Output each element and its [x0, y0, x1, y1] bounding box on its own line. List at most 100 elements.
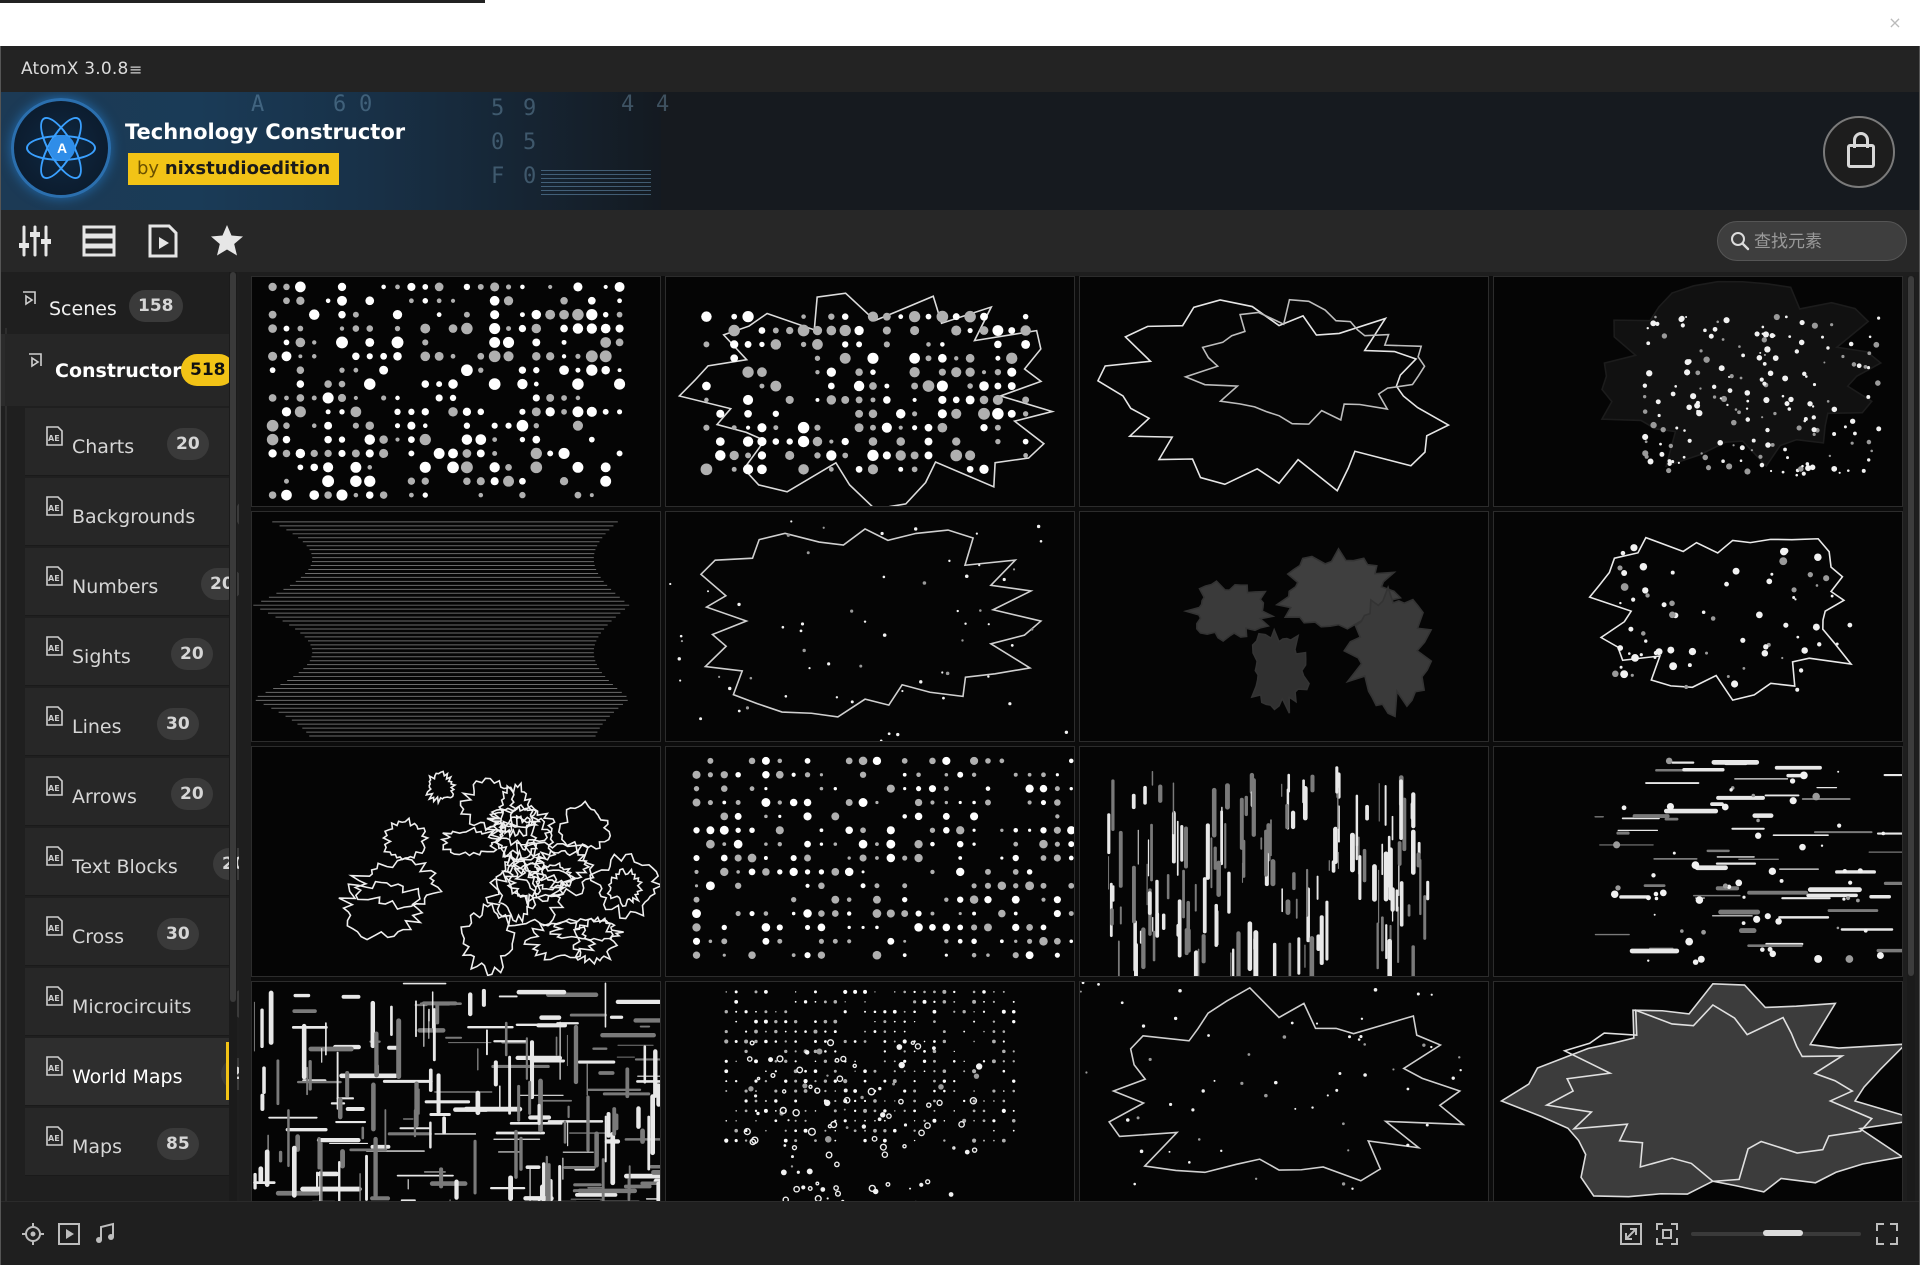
- sidebar-item-constructor[interactable]: Constructor 518: [1, 334, 235, 406]
- sidebar-item-world-maps[interactable]: AEWorld Maps20: [25, 1038, 239, 1106]
- fit-screen-button[interactable]: [1655, 1222, 1679, 1246]
- list-view-button[interactable]: [77, 220, 121, 262]
- app-window: AtomX 3.0.8 ≡ A 6 0 5 9 0 5 F 0 4 4 A Te…: [0, 46, 1920, 1265]
- svg-text:AE: AE: [48, 1134, 60, 1143]
- svg-text:AE: AE: [48, 574, 60, 583]
- world-map-preview-tile[interactable]: [251, 981, 661, 1201]
- world-map-preview-tile[interactable]: [665, 511, 1075, 742]
- play-icon: [58, 1223, 80, 1245]
- world-map-preview-tile[interactable]: [251, 746, 661, 977]
- target-button[interactable]: [21, 1222, 45, 1246]
- resize-button[interactable]: [1619, 1222, 1643, 1246]
- count-badge: 20: [171, 778, 213, 810]
- world-map-preview-tile[interactable]: [1079, 511, 1489, 742]
- world-map-preview-tile[interactable]: [1493, 511, 1903, 742]
- shopping-bag-body: [1847, 144, 1875, 168]
- svg-text:AE: AE: [48, 644, 60, 653]
- sidebar-item-label: Cross: [72, 926, 125, 948]
- sidebar-item-label: Microcircuits: [72, 996, 192, 1018]
- sidebar-scroll-thumb[interactable]: [230, 272, 236, 1002]
- svg-text:AE: AE: [48, 504, 60, 513]
- search-input[interactable]: [1754, 228, 1894, 256]
- world-map-preview-tile[interactable]: [1493, 276, 1903, 507]
- gallery-scrollbar[interactable]: [1907, 276, 1915, 1201]
- ae-file-icon: AE: [43, 916, 63, 936]
- zoom-slider-knob[interactable]: [1763, 1230, 1803, 1236]
- map-preview-thumbnail: [1594, 757, 1902, 965]
- title-bar: AtomX 3.0.8 ≡: [1, 46, 1919, 92]
- zoom-slider[interactable]: [1691, 1230, 1861, 1236]
- mixer-sliders-icon: [19, 225, 51, 257]
- banner-glyph: F: [491, 164, 505, 189]
- gallery-scroll-thumb[interactable]: [1908, 276, 1914, 976]
- sidebar-item-label: Numbers: [72, 576, 159, 598]
- music-note-icon: [96, 1222, 114, 1243]
- scene-folder-icon: [27, 352, 47, 372]
- sidebar-item-charts[interactable]: AE Charts 20: [25, 408, 229, 476]
- author-prefix: by: [137, 158, 160, 179]
- map-preview-thumbnail: [1499, 982, 1902, 1198]
- sidebar-item-lines[interactable]: AE Lines 30: [25, 688, 229, 756]
- fit-screen-icon: [1656, 1223, 1678, 1245]
- play-button[interactable]: [57, 1222, 81, 1246]
- mixer-sliders-button[interactable]: [13, 220, 57, 262]
- count-badge: 30: [157, 708, 199, 740]
- svg-text:AE: AE: [48, 1064, 60, 1073]
- banner-glyph: 0: [523, 164, 537, 189]
- sidebar-item-scenes[interactable]: Scenes 158: [1, 278, 229, 332]
- world-map-preview-tile[interactable]: [1079, 981, 1489, 1201]
- world-map-preview-tile[interactable]: [665, 276, 1075, 507]
- banner-glyph: 4: [621, 92, 635, 117]
- video-preview-icon: [148, 224, 178, 258]
- count-badge: 518: [181, 354, 235, 386]
- svg-text:AE: AE: [48, 994, 60, 1003]
- world-map-preview-tile[interactable]: [251, 276, 661, 507]
- sidebar-item-maps[interactable]: AE Maps 85: [25, 1108, 229, 1176]
- hamburger-menu-icon[interactable]: ≡: [129, 60, 142, 79]
- sidebar-scrollbar[interactable]: [229, 272, 237, 1201]
- world-map-preview-tile[interactable]: [665, 746, 1075, 977]
- sidebar-item-cross[interactable]: AE Cross 30: [25, 898, 229, 966]
- sidebar-item-label: Scenes: [49, 298, 117, 320]
- sidebar-item-label: Lines: [72, 716, 122, 738]
- sidebar-item-arrows[interactable]: AE Arrows 20: [25, 758, 229, 826]
- music-button[interactable]: [93, 1222, 117, 1246]
- map-preview-thumbnail: [1107, 766, 1430, 976]
- sidebar-item-text-blocks[interactable]: AEText Blocks20: [25, 828, 239, 896]
- map-preview-thumbnail: [1588, 536, 1853, 702]
- status-bar: [1, 1201, 1919, 1265]
- sidebar-item-microcircuits[interactable]: AEMicrocircuits70: [25, 968, 239, 1036]
- author-badge[interactable]: by nixstudioedition: [128, 153, 340, 185]
- map-preview-thumbnail: [1080, 982, 1466, 1190]
- fullscreen-button[interactable]: [1875, 1222, 1899, 1246]
- tree-guide-line: [5, 328, 7, 1201]
- count-badge: 20: [171, 638, 213, 670]
- search-icon: [1731, 232, 1750, 251]
- banner-glyph: 5: [523, 130, 537, 155]
- search-box[interactable]: [1717, 221, 1907, 261]
- video-preview-button[interactable]: [141, 220, 185, 262]
- map-preview-thumbnail: [1600, 280, 1883, 477]
- count-badge: 85: [157, 1128, 199, 1160]
- sidebar-item-backgrounds[interactable]: AEBackgrounds3: [25, 478, 239, 546]
- window-close-icon[interactable]: ×: [1884, 12, 1906, 34]
- world-map-preview-tile[interactable]: [1493, 981, 1903, 1201]
- world-map-preview-tile[interactable]: [665, 981, 1075, 1201]
- map-preview-thumbnail: [266, 281, 626, 501]
- banner-glyph: 5: [491, 96, 505, 121]
- world-map-preview-tile[interactable]: [1079, 276, 1489, 507]
- world-map-preview-tile[interactable]: [1079, 746, 1489, 977]
- ae-file-icon: AE: [43, 566, 63, 586]
- shop-bag-button[interactable]: [1823, 116, 1895, 188]
- count-badge: 158: [129, 290, 183, 322]
- sidebar-item-sights[interactable]: AE Sights 20: [25, 618, 229, 686]
- ae-file-icon: AE: [43, 706, 63, 726]
- svg-text:AE: AE: [48, 784, 60, 793]
- world-map-preview-tile[interactable]: [1493, 746, 1903, 977]
- favorites-button[interactable]: [205, 220, 249, 262]
- sidebar-item-numbers[interactable]: AE Numbers 20: [25, 548, 239, 616]
- package-banner: A 6 0 5 9 0 5 F 0 4 4 A Technology Const…: [1, 92, 1919, 210]
- world-map-preview-tile[interactable]: [251, 511, 661, 742]
- map-preview-thumbnail: [338, 770, 660, 976]
- banner-glyph: 0: [359, 92, 373, 117]
